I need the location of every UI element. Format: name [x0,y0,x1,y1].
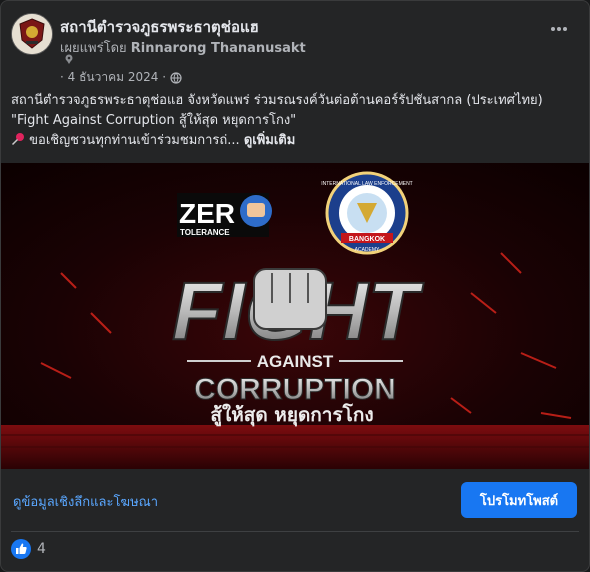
fight-against-corruption-banner: ZER TOLERANCE INTERNATIONAL LAW ENFORCEM… [1,163,589,469]
post-text-line-3: ขอเชิญชวนทุกท่านเข้าร่วมชมการถ่... [29,133,240,148]
post-footer: ดูข้อมูลเชิงลึกและโฆษณา โปรโมทโพสต์ [1,469,589,531]
reactions-bar[interactable]: 4 [11,539,46,559]
see-more-link[interactable]: ดูเพิ่มเติม [244,133,295,148]
seal-ribbon-text: BANGKOK [349,236,385,243]
seal-bottom-text: ACADEMY [355,247,380,253]
more-dots-icon [551,27,567,31]
tolerance-text: TOLERANCE [180,228,230,237]
post-text-line-1: สถานีตำรวจภูธรพระธาตุช่อแฮ จังหวัดแพร่ ร… [11,93,543,108]
insights-and-ads-link[interactable]: ดูข้อมูลเชิงลึกและโฆษณา [13,491,158,512]
zero-tolerance-logo: ZER TOLERANCE [177,193,272,237]
post-header: สถานีตำรวจภูธรพระธาตุช่อแฮ เผยแพร่โดย Ri… [11,11,579,84]
shared-by-name[interactable]: Rinnarong Thananusakt [131,41,306,56]
corruption-text: CORRUPTION [194,373,396,406]
footer-divider [11,531,579,532]
location-pin-icon [65,54,73,64]
post-meta: · 4 ธันวาคม 2024 · [60,68,182,87]
against-text: AGAINST [257,352,334,371]
pushpin-icon [11,133,24,146]
post-text-line-3-wrap: ขอเชิญชวนทุกท่านเข้าร่วมชมการถ่... ดูเพิ… [11,131,579,151]
page-name[interactable]: สถานีตำรวจภูธรพระธาตุช่อแฮ [60,15,259,39]
police-emblem-icon [12,14,52,54]
more-options-button[interactable] [545,19,573,39]
seal-top-text: INTERNATIONAL LAW ENFORCEMENT [321,181,413,187]
shared-by: เผยแพร่โดย Rinnarong Thananusakt [60,37,306,58]
like-count[interactable]: 4 [37,541,46,557]
post-text: สถานีตำรวจภูธรพระธาตุช่อแฮ จังหวัดแพร่ ร… [11,91,579,151]
page-avatar[interactable] [11,13,53,55]
promote-post-button[interactable]: โปรโมทโพสต์ [461,482,577,518]
post-image[interactable]: ZER TOLERANCE INTERNATIONAL LAW ENFORCEM… [1,163,589,469]
post-text-line-2: "Fight Against Corruption สู้ให้สุด หยุด… [11,113,297,128]
zero-text: ZER [179,198,235,229]
thai-slogan: สู้ให้สุด หยุดการโกง [210,403,373,427]
like-icon [11,539,31,559]
post-card: สถานีตำรวจภูธรพระธาตุช่อแฮ เผยแพร่โดย Ri… [0,0,590,572]
globe-icon [170,71,182,84]
post-date[interactable]: · 4 ธันวาคม 2024 · [60,68,166,87]
fist-icon [253,268,327,330]
